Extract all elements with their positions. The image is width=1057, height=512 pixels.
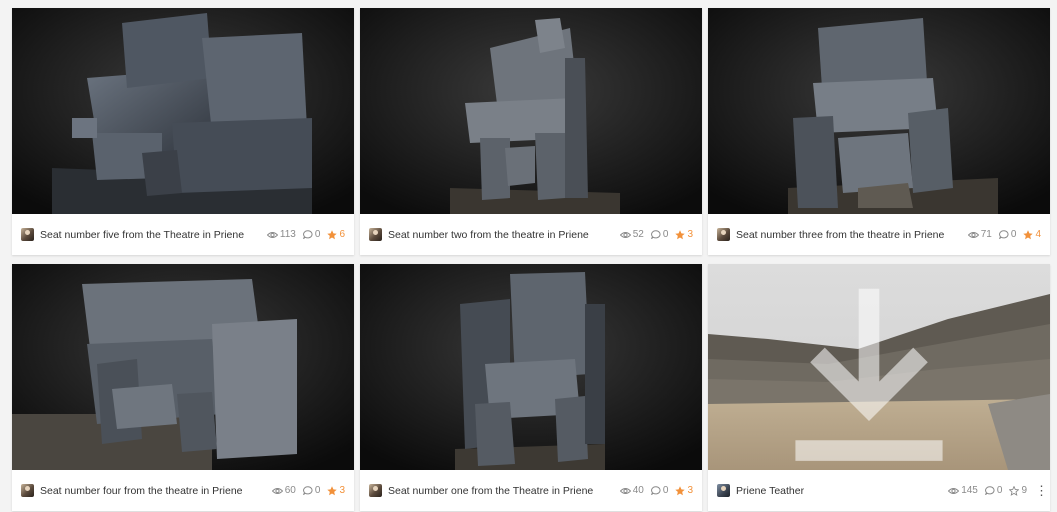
model-thumbnail[interactable]: [708, 8, 1050, 214]
star-icon: [327, 229, 338, 239]
comment-icon: [302, 230, 313, 239]
like-count[interactable]: 3: [675, 485, 693, 496]
model-stats: 145 0 9: [944, 485, 1027, 496]
like-count[interactable]: 9: [1009, 485, 1027, 496]
model-thumbnail[interactable]: [708, 264, 1050, 470]
author-avatar[interactable]: [21, 228, 34, 241]
model-title[interactable]: Seat number two from the theatre in Prie…: [388, 229, 616, 241]
eye-icon: [619, 487, 631, 494]
author-avatar[interactable]: [717, 228, 730, 241]
model-card[interactable]: Seat number four from the theatre in Pri…: [12, 264, 354, 511]
model-stats: 40 0 3: [616, 485, 693, 496]
author-avatar[interactable]: [21, 484, 34, 497]
like-count[interactable]: 4: [1023, 229, 1041, 240]
model-thumbnail[interactable]: [12, 8, 354, 214]
model-card[interactable]: Seat number five from the Theatre in Pri…: [12, 8, 354, 255]
comment-count: 0: [998, 229, 1016, 240]
model-stats: 113 0 6: [263, 229, 345, 240]
star-icon: [675, 229, 686, 239]
comment-icon: [984, 486, 995, 495]
star-icon: [1023, 229, 1034, 239]
card-footer: Seat number five from the Theatre in Pri…: [12, 214, 354, 255]
comment-icon: [998, 230, 1009, 239]
comment-count: 0: [302, 229, 320, 240]
comment-count: 0: [650, 485, 668, 496]
star-outline-icon: [1009, 485, 1020, 496]
model-card[interactable]: Seat number three from the theatre in Pr…: [708, 8, 1050, 255]
view-count: 40: [619, 485, 644, 496]
like-count[interactable]: 3: [675, 229, 693, 240]
like-count[interactable]: 6: [327, 229, 345, 240]
comment-count: 0: [302, 485, 320, 496]
model-title[interactable]: Seat number five from the Theatre in Pri…: [40, 229, 263, 241]
comment-icon: [302, 486, 313, 495]
model-title[interactable]: Seat number four from the theatre in Pri…: [40, 485, 268, 497]
model-thumbnail[interactable]: [360, 264, 702, 470]
card-footer: Seat number two from the theatre in Prie…: [360, 214, 702, 255]
model-title[interactable]: Seat number one from the Theatre in Prie…: [388, 485, 616, 497]
view-count: 52: [619, 229, 644, 240]
model-card[interactable]: Priene Teather 145 0 9 ⋮: [708, 264, 1050, 511]
download-icon[interactable]: [708, 274, 1040, 470]
author-avatar[interactable]: [369, 484, 382, 497]
model-stats: 71 0 4: [964, 229, 1041, 240]
card-footer: Priene Teather 145 0 9 ⋮: [708, 470, 1050, 511]
more-options-icon[interactable]: ⋮: [1035, 484, 1048, 497]
view-count: 145: [948, 485, 978, 496]
comment-icon: [650, 486, 661, 495]
view-count: 60: [271, 485, 296, 496]
view-count: 113: [266, 229, 296, 240]
like-count[interactable]: 3: [327, 485, 345, 496]
model-thumbnail[interactable]: [360, 8, 702, 214]
card-footer: Seat number four from the theatre in Pri…: [12, 470, 354, 511]
comment-count: 0: [984, 485, 1002, 496]
card-footer: Seat number three from the theatre in Pr…: [708, 214, 1050, 255]
star-icon: [675, 485, 686, 495]
model-title[interactable]: Seat number three from the theatre in Pr…: [736, 229, 964, 241]
author-avatar[interactable]: [369, 228, 382, 241]
comment-count: 0: [650, 229, 668, 240]
comment-icon: [650, 230, 661, 239]
eye-icon: [967, 231, 979, 238]
eye-icon: [948, 487, 960, 494]
model-card[interactable]: Seat number two from the theatre in Prie…: [360, 8, 702, 255]
model-stats: 52 0 3: [616, 229, 693, 240]
author-avatar[interactable]: [717, 484, 730, 497]
model-thumbnail[interactable]: [12, 264, 354, 470]
eye-icon: [271, 487, 283, 494]
star-icon: [327, 485, 338, 495]
view-count: 71: [967, 229, 992, 240]
eye-icon: [619, 231, 631, 238]
model-stats: 60 0 3: [268, 485, 345, 496]
card-footer: Seat number one from the Theatre in Prie…: [360, 470, 702, 511]
model-card[interactable]: Seat number one from the Theatre in Prie…: [360, 264, 702, 511]
eye-icon: [266, 231, 278, 238]
model-title[interactable]: Priene Teather: [736, 485, 944, 497]
